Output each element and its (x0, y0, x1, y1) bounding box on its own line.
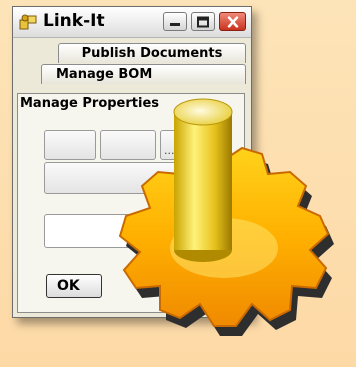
close-button[interactable] (219, 12, 246, 31)
maximize-button[interactable] (191, 12, 215, 31)
tab-publish-documents[interactable]: Publish Documents (58, 43, 246, 63)
window-title: Link-It (43, 11, 105, 31)
close-icon (227, 16, 238, 27)
minimize-icon (170, 22, 180, 26)
link-it-app-icon (19, 14, 37, 30)
title-bar[interactable]: Link-It (13, 7, 251, 38)
tab-manage-bom[interactable]: Manage BOM (41, 64, 246, 84)
yellow-gear-with-cylinder-icon (118, 98, 334, 336)
maximize-icon (197, 16, 209, 27)
property-field-1[interactable] (44, 130, 96, 160)
minimize-button[interactable] (163, 12, 187, 31)
